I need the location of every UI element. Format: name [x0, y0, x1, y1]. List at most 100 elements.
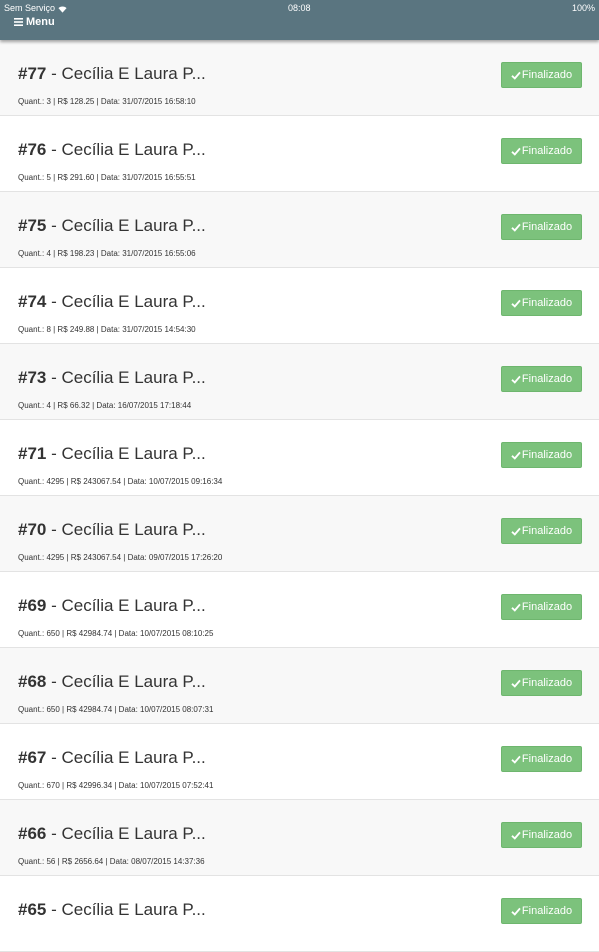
order-customer: - Cecília E Laura P...	[46, 140, 206, 159]
check-icon	[511, 907, 521, 916]
wifi-icon	[58, 6, 67, 13]
orders-list: #77 - Cecília E Laura P... Quant.: 3 | R…	[0, 40, 599, 952]
status-label: Finalizado	[521, 829, 573, 841]
check-icon	[511, 223, 521, 232]
check-icon	[511, 147, 521, 156]
order-number: #73	[18, 368, 47, 387]
order-title: #77 - Cecília E Laura P...	[18, 64, 206, 84]
status-label: Finalizado	[521, 297, 573, 309]
order-details: Quant.: 650 | R$ 42984.74 | Data: 10/07/…	[18, 705, 214, 714]
order-number: #77	[18, 64, 47, 83]
order-row[interactable]: #69 - Cecília E Laura P... Quant.: 650 |…	[0, 572, 599, 648]
status-label: Finalizado	[521, 69, 573, 81]
order-customer: - Cecília E Laura P...	[46, 368, 206, 387]
order-title: #71 - Cecília E Laura P...	[18, 444, 206, 464]
status-battery: 100%	[571, 3, 595, 13]
status-finalizado-button[interactable]: Finalizado	[501, 138, 582, 164]
order-title: #76 - Cecília E Laura P...	[18, 140, 206, 160]
check-icon	[511, 451, 521, 460]
order-details: Quant.: 8 | R$ 249.88 | Data: 31/07/2015…	[18, 325, 196, 334]
order-title: #69 - Cecília E Laura P...	[18, 596, 206, 616]
order-details: Quant.: 3 | R$ 128.25 | Data: 31/07/2015…	[18, 97, 196, 106]
menu-label: Menu	[26, 16, 55, 28]
status-label: Finalizado	[521, 221, 573, 233]
order-details: Quant.: 4295 | R$ 243067.54 | Data: 09/0…	[18, 553, 223, 562]
status-finalizado-button[interactable]: Finalizado	[501, 898, 582, 924]
status-label: Finalizado	[521, 449, 573, 461]
menu-button[interactable]: Menu	[14, 15, 55, 29]
order-details: Quant.: 4295 | R$ 243067.54 | Data: 10/0…	[18, 477, 223, 486]
order-title: #74 - Cecília E Laura P...	[18, 292, 206, 312]
order-row[interactable]: #75 - Cecília E Laura P... Quant.: 4 | R…	[0, 192, 599, 268]
order-number: #70	[18, 520, 47, 539]
order-details: Quant.: 670 | R$ 42996.34 | Data: 10/07/…	[18, 781, 214, 790]
order-number: #69	[18, 596, 47, 615]
check-icon	[511, 71, 521, 80]
order-details: Quant.: 4 | R$ 198.23 | Data: 31/07/2015…	[18, 249, 196, 258]
check-icon	[511, 603, 521, 612]
order-details: Quant.: 56 | R$ 2656.64 | Data: 08/07/20…	[18, 857, 205, 866]
status-finalizado-button[interactable]: Finalizado	[501, 214, 582, 240]
status-label: Finalizado	[521, 677, 573, 689]
order-row[interactable]: #71 - Cecília E Laura P... Quant.: 4295 …	[0, 420, 599, 496]
order-number: #74	[18, 292, 47, 311]
check-icon	[511, 679, 521, 688]
order-row[interactable]: #65 - Cecília E Laura P... Finalizado	[0, 876, 599, 952]
order-customer: - Cecília E Laura P...	[46, 444, 206, 463]
status-label: Finalizado	[521, 525, 573, 537]
order-title: #67 - Cecília E Laura P...	[18, 748, 206, 768]
order-customer: - Cecília E Laura P...	[46, 292, 206, 311]
order-title: #65 - Cecília E Laura P...	[18, 900, 206, 920]
order-row[interactable]: #67 - Cecília E Laura P... Quant.: 670 |…	[0, 724, 599, 800]
order-row[interactable]: #74 - Cecília E Laura P... Quant.: 8 | R…	[0, 268, 599, 344]
order-row[interactable]: #66 - Cecília E Laura P... Quant.: 56 | …	[0, 800, 599, 876]
order-number: #68	[18, 672, 47, 691]
order-customer: - Cecília E Laura P...	[46, 824, 206, 843]
status-label: Finalizado	[521, 601, 573, 613]
check-icon	[511, 375, 521, 384]
status-label: Finalizado	[521, 753, 573, 765]
status-finalizado-button[interactable]: Finalizado	[501, 290, 582, 316]
order-customer: - Cecília E Laura P...	[46, 672, 206, 691]
order-customer: - Cecília E Laura P...	[46, 520, 206, 539]
order-customer: - Cecília E Laura P...	[46, 900, 206, 919]
status-finalizado-button[interactable]: Finalizado	[501, 746, 582, 772]
status-finalizado-button[interactable]: Finalizado	[501, 366, 582, 392]
order-row[interactable]: #70 - Cecília E Laura P... Quant.: 4295 …	[0, 496, 599, 572]
order-number: #66	[18, 824, 47, 843]
status-finalizado-button[interactable]: Finalizado	[501, 442, 582, 468]
status-finalizado-button[interactable]: Finalizado	[501, 670, 582, 696]
order-row[interactable]: #76 - Cecília E Laura P... Quant.: 5 | R…	[0, 116, 599, 192]
status-finalizado-button[interactable]: Finalizado	[501, 594, 582, 620]
order-title: #73 - Cecília E Laura P...	[18, 368, 206, 388]
order-title: #70 - Cecília E Laura P...	[18, 520, 206, 540]
status-time: 08:08	[288, 3, 311, 13]
order-customer: - Cecília E Laura P...	[46, 748, 206, 767]
order-number: #76	[18, 140, 47, 159]
status-finalizado-button[interactable]: Finalizado	[501, 822, 582, 848]
order-row[interactable]: #73 - Cecília E Laura P... Quant.: 4 | R…	[0, 344, 599, 420]
check-icon	[511, 527, 521, 536]
status-label: Finalizado	[521, 145, 573, 157]
status-finalizado-button[interactable]: Finalizado	[501, 518, 582, 544]
order-title: #68 - Cecília E Laura P...	[18, 672, 206, 692]
order-details: Quant.: 5 | R$ 291.60 | Data: 31/07/2015…	[18, 173, 196, 182]
check-icon	[511, 755, 521, 764]
order-title: #66 - Cecília E Laura P...	[18, 824, 206, 844]
order-row[interactable]: #68 - Cecília E Laura P... Quant.: 650 |…	[0, 648, 599, 724]
check-icon	[511, 831, 521, 840]
check-icon	[511, 299, 521, 308]
status-carrier-label: Sem Serviço	[4, 3, 56, 13]
status-label: Finalizado	[521, 373, 573, 385]
order-title: #75 - Cecília E Laura P...	[18, 216, 206, 236]
status-carrier: Sem Serviço	[4, 3, 67, 14]
status-finalizado-button[interactable]: Finalizado	[501, 62, 582, 88]
order-customer: - Cecília E Laura P...	[46, 64, 206, 83]
status-label: Finalizado	[521, 905, 573, 917]
order-number: #75	[18, 216, 47, 235]
order-row[interactable]: #77 - Cecília E Laura P... Quant.: 3 | R…	[0, 40, 599, 116]
order-number: #71	[18, 444, 47, 463]
order-customer: - Cecília E Laura P...	[46, 596, 206, 615]
order-number: #65	[18, 900, 47, 919]
hamburger-menu-icon	[14, 18, 23, 26]
